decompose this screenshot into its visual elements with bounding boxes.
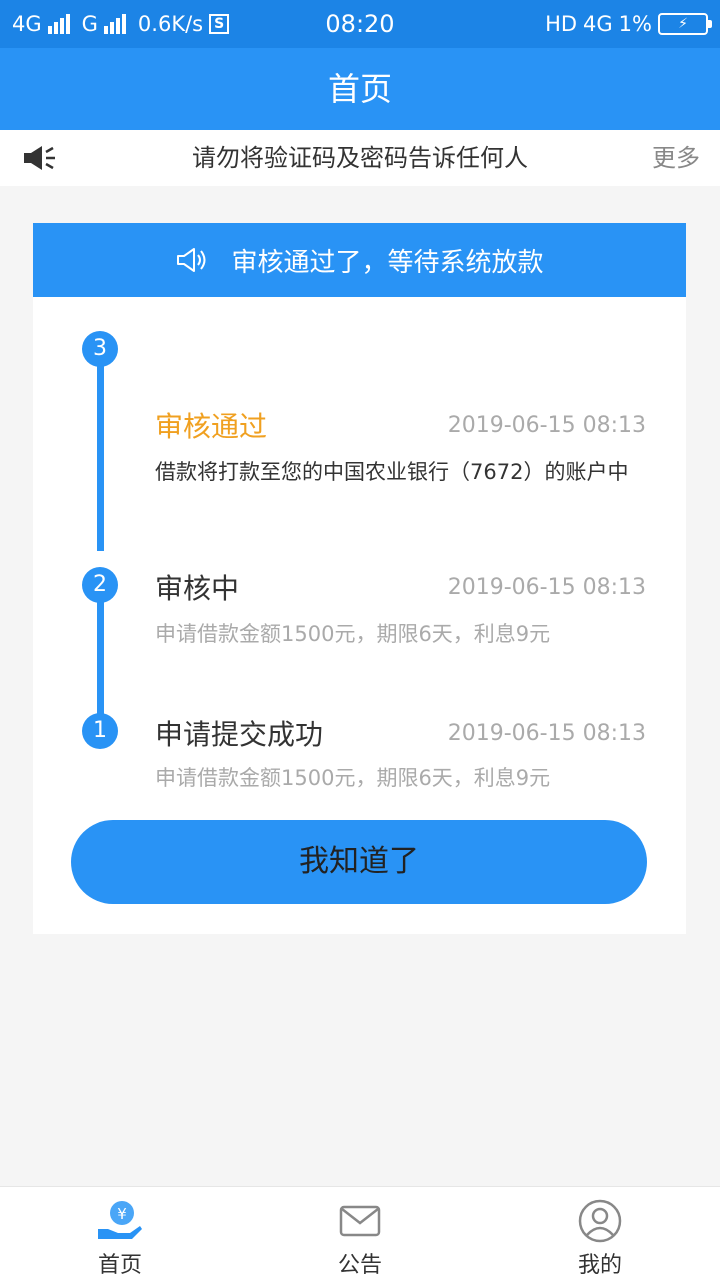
timeline-line xyxy=(97,349,104,551)
nav-item-announcements[interactable]: 公告 xyxy=(240,1187,480,1280)
step-title: 申请提交成功 xyxy=(155,718,324,751)
status-bar: 4G G 0.6K/s S 08:20 HD 4G 1% ⚡ xyxy=(0,0,720,48)
nav-label: 公告 xyxy=(337,1253,382,1278)
step-description: 借款将打款至您的中国农业银行（7672）的账户中 xyxy=(155,460,629,484)
step-time: 2019-06-15 08:13 xyxy=(447,413,646,438)
signal-icon xyxy=(47,14,70,34)
step-description: 申请借款金额1500元，期限6天，利息9元 xyxy=(155,766,551,790)
notice-more-link[interactable]: 更多 xyxy=(652,130,700,186)
progress-timeline: 3 审核通过 2019-06-15 08:13 借款将打款至您的中国农业银行（7… xyxy=(33,297,686,790)
acknowledge-button[interactable]: 我知道了 xyxy=(71,820,647,904)
battery-icon: ⚡ xyxy=(658,13,712,35)
status-card: 审核通过了，等待系统放款 3 审核通过 2019-06-15 08:13 借款将… xyxy=(33,223,686,934)
step-number: 2 xyxy=(82,567,118,603)
step-time: 2019-06-15 08:13 xyxy=(447,721,646,746)
page-title: 首页 xyxy=(0,48,720,130)
status-left: 4G G 0.6K/s S xyxy=(12,0,230,48)
network-type-3: 4G xyxy=(583,12,613,36)
s-badge-icon: S xyxy=(209,14,230,34)
step-title: 审核通过 xyxy=(155,410,268,443)
battery-percent: 1% xyxy=(618,12,652,36)
nav-label: 首页 xyxy=(97,1253,142,1278)
step-number: 3 xyxy=(82,331,118,367)
step-description: 申请借款金额1500元，期限6天，利息9元 xyxy=(155,622,551,646)
hd-indicator: HD xyxy=(545,12,578,36)
signal-icon xyxy=(103,14,126,34)
notice-text: 请勿将验证码及密码告诉任何人 xyxy=(192,144,528,172)
timeline-line xyxy=(97,589,104,731)
network-type-1: 4G xyxy=(12,12,42,36)
step-title: 审核中 xyxy=(155,572,240,605)
network-speed: 0.6K/s xyxy=(137,12,204,36)
nav-item-home[interactable]: ¥ 首页 xyxy=(0,1187,240,1280)
envelope-icon xyxy=(339,1205,381,1237)
nav-item-mine[interactable]: 我的 xyxy=(480,1187,720,1280)
step-number: 1 xyxy=(82,713,118,749)
step-time: 2019-06-15 08:13 xyxy=(447,575,646,600)
svg-text:¥: ¥ xyxy=(117,1205,127,1223)
coin-hand-icon: ¥ xyxy=(98,1201,142,1239)
charging-icon: ⚡ xyxy=(678,16,688,32)
megaphone-icon xyxy=(177,248,206,272)
bottom-nav: ¥ 首页 公告 我的 xyxy=(0,1186,720,1280)
notice-bar[interactable]: 请勿将验证码及密码告诉任何人 更多 xyxy=(0,130,720,186)
status-right: HD 4G 1% ⚡ xyxy=(545,0,712,48)
card-banner: 审核通过了，等待系统放款 xyxy=(33,223,686,297)
nav-label: 我的 xyxy=(577,1253,622,1278)
user-icon xyxy=(578,1199,622,1243)
network-type-2: G xyxy=(81,12,98,36)
banner-text: 审核通过了，等待系统放款 xyxy=(231,247,544,278)
